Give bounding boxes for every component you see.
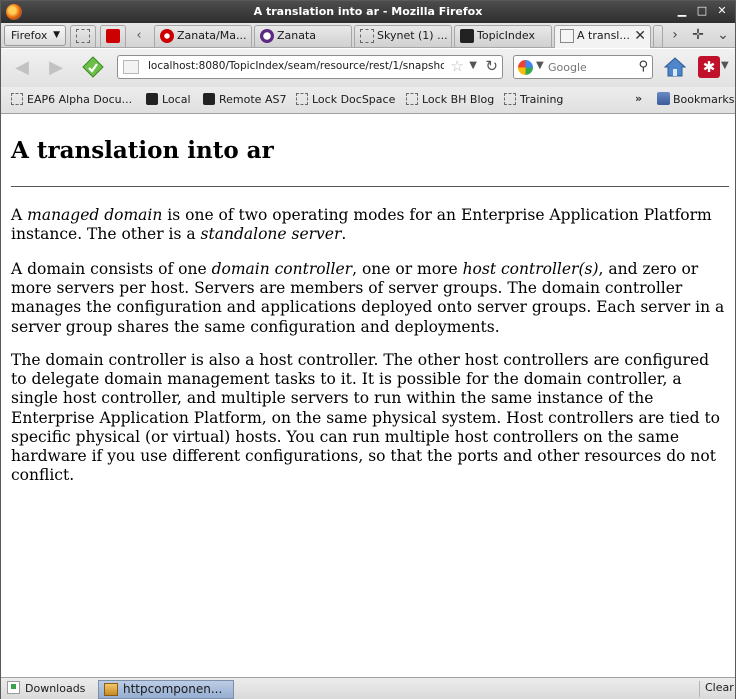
feed-icon[interactable] xyxy=(81,55,105,79)
forward-arrow-icon[interactable]: ▶ xyxy=(43,57,69,79)
close-tab-icon[interactable]: ✕ xyxy=(634,26,646,46)
binoculars-icon[interactable]: ⚲ xyxy=(638,59,648,74)
firefox-menu-button[interactable]: Firefox ▼ xyxy=(4,25,66,46)
tab-list-icon[interactable]: ⌄ xyxy=(712,25,734,47)
download-icon xyxy=(7,681,20,694)
bookmark-folder-icon xyxy=(504,93,516,105)
tab-strip: Firefox ▼ ‹ Zanata/Ma... Zanata Skynet (… xyxy=(1,23,735,48)
bookmark-label: Lock BH Blog xyxy=(422,93,495,106)
title-bar: A translation into ar - Mozilla Firefox … xyxy=(1,1,735,23)
minimize-icon[interactable]: ▁ xyxy=(675,4,689,18)
bookmark-remote-as7[interactable]: Remote AS7 xyxy=(203,92,286,108)
bookmark-local[interactable]: Local xyxy=(146,92,191,108)
redhat-icon xyxy=(160,29,174,43)
emphasis-text: host controller(s) xyxy=(462,260,599,278)
close-window-icon[interactable]: ✕ xyxy=(715,4,729,18)
status-bar: Downloads httpcomponen... Clear xyxy=(1,677,735,699)
text-run: A domain consists of one xyxy=(11,260,212,278)
skull-icon xyxy=(203,93,215,105)
bookmark-lock-bh-blog[interactable]: Lock BH Blog xyxy=(406,92,494,108)
window-title: A translation into ar - Mozilla Firefox xyxy=(253,5,483,18)
page-content: A translation into ar A managed domain i… xyxy=(1,115,735,677)
bookmark-label: Remote AS7 xyxy=(219,93,287,106)
tab-scroll-left-icon[interactable]: ‹ xyxy=(129,25,149,47)
tab-label: Zanata/Ma... xyxy=(177,29,247,42)
tab-label: TopicIndex xyxy=(477,29,535,42)
paragraph-3: The domain controller is also a host con… xyxy=(11,351,721,485)
emphasis-text: domain controller xyxy=(211,260,353,278)
bookmark-label: Training xyxy=(520,93,564,106)
bookmark-training[interactable]: Training xyxy=(504,92,563,108)
bookmark-folder-icon xyxy=(406,93,418,105)
downloads-button[interactable]: Downloads xyxy=(7,681,85,695)
history-dropdown-icon[interactable]: ▼ xyxy=(469,60,477,71)
url-text[interactable]: localhost:8080/TopicIndex/seam/resource/… xyxy=(148,60,444,72)
taskbar-item[interactable]: httpcomponen... xyxy=(98,680,234,699)
tab-zanata[interactable]: Zanata xyxy=(254,25,352,47)
firefox-menu-label: Firefox xyxy=(11,29,48,42)
bookmark-eap6-alpha[interactable]: EAP6 Alpha Docu... xyxy=(11,92,132,108)
new-tab-icon[interactable]: ✛ xyxy=(687,25,709,47)
clear-button[interactable]: Clear xyxy=(699,681,734,697)
url-bar[interactable]: localhost:8080/TopicIndex/seam/resource/… xyxy=(117,55,503,79)
tab-zanata-ma[interactable]: Zanata/Ma... xyxy=(154,25,252,47)
downloads-label: Downloads xyxy=(25,682,86,695)
site-identity-icon[interactable] xyxy=(123,60,139,74)
page-icon xyxy=(360,29,374,43)
home-icon[interactable] xyxy=(663,56,687,78)
chevron-down-icon: ▼ xyxy=(53,30,60,40)
search-input[interactable] xyxy=(548,59,628,75)
reload-icon[interactable]: ↻ xyxy=(485,57,498,75)
tab-topicindex[interactable]: TopicIndex xyxy=(454,25,552,47)
skull-icon xyxy=(460,29,474,43)
text-run: , one or more xyxy=(352,260,463,278)
page-icon xyxy=(560,29,574,43)
zanata-icon xyxy=(260,29,274,43)
emphasis-text: standalone server xyxy=(200,225,342,244)
pinned-tab-redhat[interactable] xyxy=(100,25,126,47)
taskbar-item-label: httpcomponen... xyxy=(123,682,223,696)
bookmarks-menu-button[interactable]: Bookmarks xyxy=(657,92,734,106)
page-title: A translation into ar xyxy=(11,137,274,164)
paragraph-1: A managed domain is one of two operating… xyxy=(11,206,729,244)
bookmarks-overflow-icon[interactable]: » xyxy=(635,92,642,105)
bookmark-label: Lock DocSpace xyxy=(312,93,396,106)
bookmark-folder-icon xyxy=(11,93,23,105)
emphasis-text: managed domain xyxy=(27,206,163,224)
redhat-icon xyxy=(106,29,120,43)
tab-overflow-edge xyxy=(653,25,663,47)
browser-window: A translation into ar - Mozilla Firefox … xyxy=(0,0,736,699)
navigation-toolbar: ◀ ▶ localhost:8080/TopicIndex/seam/resou… xyxy=(1,49,735,87)
tab-label: Skynet (1) ... xyxy=(377,29,447,42)
tab-label: Zanata xyxy=(277,29,317,42)
bookmark-lock-docspace[interactable]: Lock DocSpace xyxy=(296,92,395,108)
maximize-icon[interactable]: □ xyxy=(695,4,709,18)
addon-toolbar-icon[interactable]: ✱ xyxy=(698,56,720,78)
pinned-tab-blank[interactable] xyxy=(70,25,96,47)
text-run: A xyxy=(11,206,28,224)
bookmarks-menu-label: Bookmarks xyxy=(673,93,735,106)
bookmarks-toolbar: EAP6 Alpha Docu... Local Remote AS7 Lock… xyxy=(1,87,735,114)
search-engine-dropdown-icon[interactable]: ▼ xyxy=(536,60,544,71)
folder-icon xyxy=(104,683,118,696)
bookmarks-icon xyxy=(657,92,670,105)
skull-icon xyxy=(146,93,158,105)
addon-dropdown-icon[interactable]: ▼ xyxy=(721,60,729,71)
back-arrow-icon[interactable]: ◀ xyxy=(9,57,35,79)
tab-a-translation[interactable]: A transl... ✕ xyxy=(554,25,651,48)
text-run: . xyxy=(341,225,347,244)
paragraph-2: A domain consists of one domain controll… xyxy=(11,260,729,337)
tab-label: A transl... xyxy=(577,29,630,42)
page-icon xyxy=(76,29,90,43)
google-icon[interactable] xyxy=(518,60,533,75)
bookmark-label: EAP6 Alpha Docu... xyxy=(27,93,133,106)
bookmark-label: Local xyxy=(162,93,191,106)
bookmark-star-icon[interactable]: ☆ xyxy=(451,57,464,75)
window-controls: ▁ □ ✕ xyxy=(675,4,729,18)
divider xyxy=(11,186,729,187)
search-bar[interactable]: ▼ ⚲ xyxy=(513,55,653,79)
tab-skynet[interactable]: Skynet (1) ... xyxy=(354,25,452,47)
bookmark-folder-icon xyxy=(296,93,308,105)
tab-scroll-right-icon[interactable]: › xyxy=(664,25,686,47)
